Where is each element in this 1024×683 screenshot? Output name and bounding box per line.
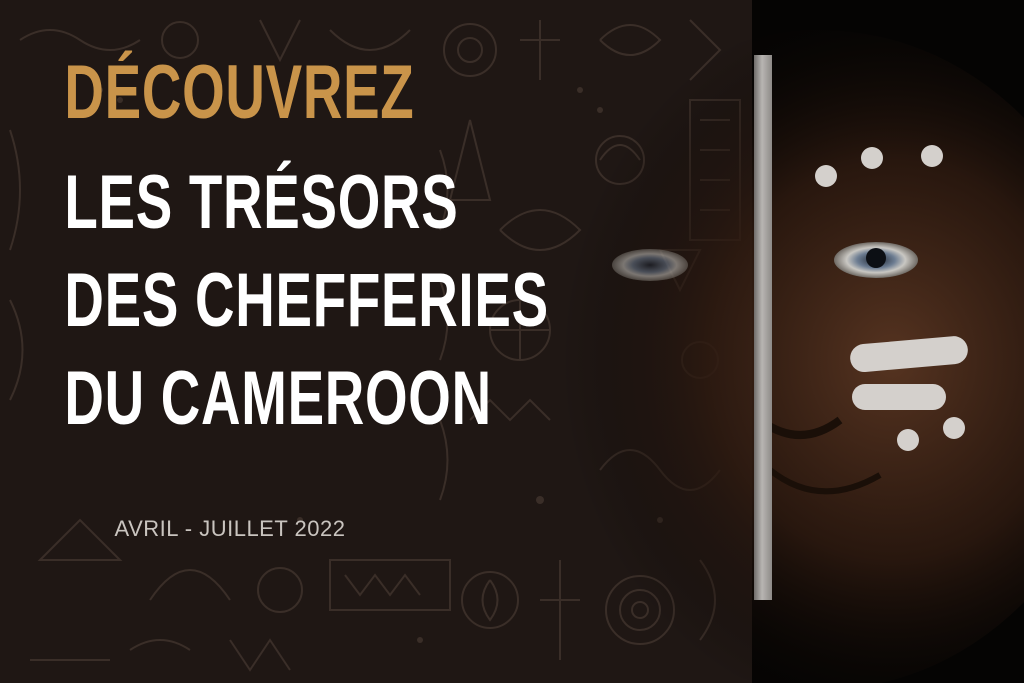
headline-line-cameroon: DU CAMEROON: [64, 356, 492, 441]
headline-line-treasures: LES TRÉSORS: [64, 160, 459, 245]
headline-line-discover: DÉCOUVREZ: [64, 50, 415, 135]
headline: DÉCOUVREZ LES TRÉSORS DES CHEFFERIES DU …: [0, 50, 549, 441]
face-portrait: [520, 30, 1024, 683]
headline-line-chiefdoms: DES CHEFFERIES: [64, 258, 549, 343]
silver-divider-bar: [754, 55, 772, 600]
exhibition-dates: AVRIL - JUILLET 2022: [114, 516, 346, 541]
exhibition-poster: DÉCOUVREZ LES TRÉSORS DES CHEFFERIES DU …: [0, 0, 1024, 683]
